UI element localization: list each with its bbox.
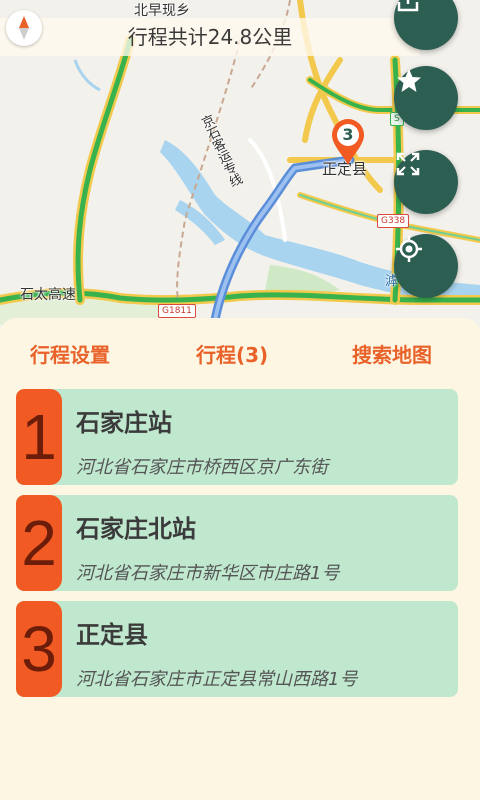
stop-name: 石家庄北站 xyxy=(76,515,196,543)
stop-address: 河北省石家庄市新华区市庄路1号 xyxy=(76,563,340,584)
stop-address: 河北省石家庄市桥西区京广东街 xyxy=(76,457,328,478)
stop-number-badge: 1 xyxy=(16,389,62,485)
fullscreen-button[interactable] xyxy=(394,150,458,214)
road-shield-g338: G338 xyxy=(377,214,410,228)
trip-panel: 行程设置 行程(3) 搜索地图 1 石家庄站 河北省石家庄市桥西区京广东街 2 … xyxy=(0,318,480,800)
tab-search-map[interactable]: 搜索地图 xyxy=(352,340,432,370)
star-icon xyxy=(397,69,421,92)
map-label-expressway: 石太高速 xyxy=(20,287,76,303)
fullscreen-icon xyxy=(396,152,420,176)
stop-card-1[interactable]: 1 石家庄站 河北省石家庄市桥西区京广东街 xyxy=(16,389,458,485)
favorite-button[interactable] xyxy=(394,66,458,130)
compass-button[interactable] xyxy=(6,10,42,46)
stop-address: 河北省石家庄市正定县常山西路1号 xyxy=(76,669,358,690)
tab-trip-settings[interactable]: 行程设置 xyxy=(30,340,110,370)
map-marker-number: 3 xyxy=(342,125,354,144)
tab-trips[interactable]: 行程(3) xyxy=(196,340,268,370)
share-icon xyxy=(397,0,419,12)
tab-bar: 行程设置 行程(3) 搜索地图 xyxy=(0,340,480,370)
stop-number-badge: 3 xyxy=(16,601,62,697)
map-view[interactable]: 北早现乡 京石客运专线 石太高速 正定县 滹 G1811 G338 S 3 行程… xyxy=(0,0,480,330)
stop-card-2[interactable]: 2 石家庄北站 河北省石家庄市新华区市庄路1号 xyxy=(16,495,458,591)
map-label-town: 北早现乡 xyxy=(134,3,190,19)
locate-button[interactable] xyxy=(394,234,458,298)
stop-number-badge: 2 xyxy=(16,495,62,591)
road-shield-g1811: G1811 xyxy=(158,304,196,318)
compass-icon xyxy=(19,16,29,40)
locate-icon xyxy=(396,236,422,262)
stop-name: 正定县 xyxy=(76,621,148,649)
stop-name: 石家庄站 xyxy=(76,409,172,437)
stop-card-3[interactable]: 3 正定县 河北省石家庄市正定县常山西路1号 xyxy=(16,601,458,697)
map-marker-stop-3[interactable]: 3 xyxy=(329,117,367,167)
route-summary-banner: 行程共计24.8公里 xyxy=(0,18,420,56)
